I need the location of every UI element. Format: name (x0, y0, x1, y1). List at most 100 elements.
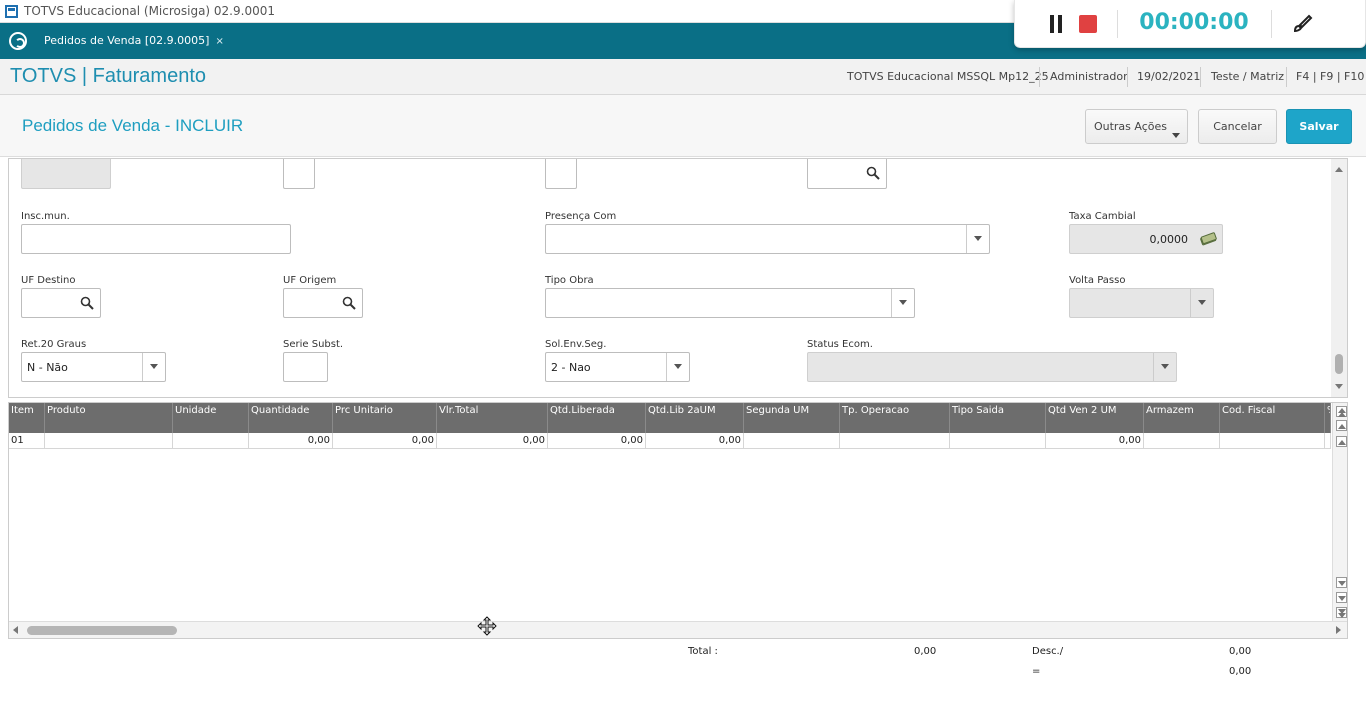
sol-env-seg-select[interactable]: 2 - Nao (545, 352, 690, 382)
pause-icon[interactable] (1049, 15, 1063, 33)
grid-cell[interactable] (45, 433, 173, 449)
scroll-top-icon[interactable] (1336, 406, 1347, 417)
top-field-3[interactable] (545, 159, 577, 189)
form-scrollbar[interactable] (1331, 159, 1347, 397)
grid-vertical-scrollbar[interactable] (1332, 403, 1347, 621)
chevron-down-icon (1153, 353, 1176, 381)
grid-cell[interactable]: 01 (9, 433, 45, 449)
module-header: TOTVS | Faturamento TOTVS Educacional MS… (0, 59, 1366, 95)
grid-cell[interactable]: 0,00 (249, 433, 333, 449)
serie-subst-input[interactable] (283, 352, 328, 382)
grid-cell[interactable]: 0,00 (333, 433, 437, 449)
uf-origem-label: UF Origem (283, 275, 337, 286)
scroll-down-icon[interactable] (1336, 577, 1347, 588)
date-label: 19/02/2021 (1137, 70, 1201, 83)
grid-column-header[interactable]: Quantidade (249, 403, 333, 433)
scroll-bottom-icon[interactable] (1336, 607, 1347, 618)
taxa-cambial-input: 0,0000 (1069, 224, 1223, 254)
header-divider (1286, 67, 1287, 87)
chevron-down-icon[interactable] (142, 353, 165, 381)
recorder-divider (1117, 10, 1118, 38)
grid-cell[interactable] (744, 433, 840, 449)
window-title: TOTVS Educacional (Microsiga) 02.9.0001 (24, 4, 275, 18)
grid-column-header[interactable]: Qtd Ven 2 UM (1046, 403, 1144, 433)
grid-cell[interactable]: 0,00 (548, 433, 646, 449)
scroll-page-down-icon[interactable] (1336, 592, 1347, 603)
items-grid: Item Produto Unidade Quantidade Prc Unitario… (8, 402, 1348, 639)
chevron-down-icon[interactable] (966, 225, 989, 253)
scroll-page-up-icon[interactable] (1336, 420, 1347, 431)
desc-value: 0,00 (1229, 646, 1252, 657)
uf-origem-input[interactable] (283, 288, 363, 318)
grid-column-header[interactable]: Qtd.Liberada (548, 403, 646, 433)
ret-20-graus-select[interactable]: N - Não (21, 352, 166, 382)
presenca-com-label: Presença Com (545, 211, 617, 222)
grid-column-header[interactable]: Unidade (173, 403, 249, 433)
uf-destino-label: UF Destino (21, 275, 76, 286)
app-icon (5, 5, 18, 18)
presenca-com-select[interactable] (545, 224, 990, 254)
home-icon[interactable] (9, 32, 27, 50)
grid-column-header[interactable]: Qtd.Lib 2aUM (646, 403, 744, 433)
grid-column-header[interactable]: Prc Unitario (333, 403, 437, 433)
chevron-down-icon[interactable] (666, 353, 689, 381)
tab-pedidos-de-venda[interactable]: Pedidos de Venda [02.9.0005] × (36, 29, 232, 59)
scroll-up-icon[interactable] (1335, 167, 1343, 172)
equals-label: = (1032, 666, 1041, 677)
grid-cell[interactable]: 0,00 (1046, 433, 1144, 449)
scroll-up-icon[interactable] (1336, 436, 1347, 447)
grid-cell[interactable] (1144, 433, 1220, 449)
grid-cell[interactable] (1325, 433, 1331, 449)
grid-column-header[interactable]: Cod. Fiscal (1220, 403, 1325, 433)
grid-cell[interactable] (840, 433, 950, 449)
chevron-down-icon[interactable] (891, 289, 914, 317)
top-field-4[interactable] (807, 159, 887, 189)
grid-cell[interactable]: 0,00 (646, 433, 744, 449)
equals-value: 0,00 (1229, 666, 1252, 677)
grid-column-header[interactable]: Vlr.Total (437, 403, 548, 433)
grid-column-header[interactable]: Item (9, 403, 45, 433)
tab-label: Pedidos de Venda [02.9.0005] (44, 34, 210, 47)
grid-column-header[interactable]: Segunda UM (744, 403, 840, 433)
top-field-1 (21, 159, 111, 189)
grid-cell[interactable]: 0,00 (437, 433, 548, 449)
page-title-bar: Pedidos de Venda - INCLUIR Outras Ações … (0, 95, 1366, 157)
grid-column-header[interactable]: Armazem (1144, 403, 1220, 433)
grid-cell[interactable] (950, 433, 1046, 449)
scroll-down-icon[interactable] (1335, 384, 1343, 389)
grid-column-header[interactable]: % (1325, 403, 1331, 433)
cancel-button[interactable]: Cancelar (1198, 109, 1277, 144)
grid-column-header[interactable]: Tipo Saida (950, 403, 1046, 433)
search-icon[interactable] (866, 166, 880, 180)
money-icon[interactable] (1199, 232, 1217, 246)
grid-horizontal-scrollbar[interactable] (9, 621, 1347, 638)
scroll-right-icon[interactable] (1336, 626, 1341, 634)
total-label: Total : (688, 646, 718, 657)
status-ecom-select (807, 352, 1177, 382)
header-divider (1200, 67, 1201, 87)
sol-env-seg-label: Sol.Env.Seg. (545, 339, 607, 350)
scroll-thumb[interactable] (27, 626, 177, 635)
grid-cell[interactable] (173, 433, 249, 449)
other-actions-button[interactable]: Outras Ações (1085, 109, 1188, 144)
grid-column-header[interactable]: Produto (45, 403, 173, 433)
header-divider (1039, 67, 1040, 87)
volta-passo-label: Volta Passo (1069, 275, 1126, 286)
brush-icon[interactable] (1291, 13, 1313, 35)
header-divider (1127, 67, 1128, 87)
close-icon[interactable]: × (215, 36, 223, 47)
save-button[interactable]: Salvar (1286, 109, 1352, 144)
taxa-cambial-label: Taxa Cambial (1069, 211, 1136, 222)
grid-column-header[interactable]: Tp. Operacao (840, 403, 950, 433)
scroll-left-icon[interactable] (13, 626, 18, 634)
uf-destino-input[interactable] (21, 288, 101, 318)
search-icon[interactable] (80, 296, 94, 310)
top-field-2[interactable] (283, 159, 315, 189)
scroll-thumb[interactable] (1335, 354, 1343, 374)
insc-mun-input[interactable] (21, 224, 291, 254)
chevron-down-icon (1190, 289, 1213, 317)
grid-cell[interactable] (1220, 433, 1325, 449)
search-icon[interactable] (342, 296, 356, 310)
stop-icon[interactable] (1079, 15, 1097, 33)
tipo-obra-select[interactable] (545, 288, 915, 318)
